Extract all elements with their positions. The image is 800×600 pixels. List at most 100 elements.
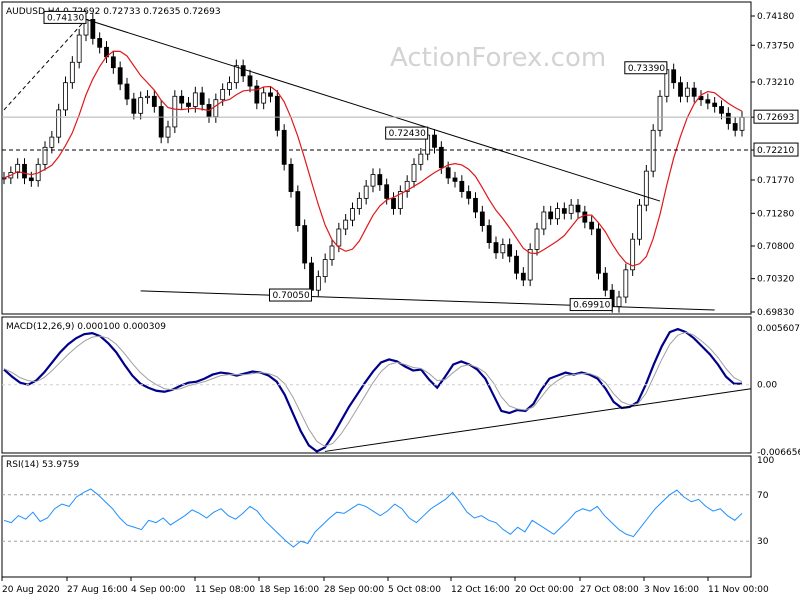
- candle-body: [527, 248, 533, 281]
- candle-body: [22, 163, 27, 179]
- rsi-tick-label: 30: [757, 537, 769, 547]
- x-tick-label: 27 Aug 16:00: [67, 585, 128, 595]
- candle-body: [309, 262, 314, 291]
- annotation-label: 0.72430: [389, 129, 426, 139]
- annotation-label: 0.70050: [273, 291, 310, 301]
- price-axis: 0.74180 0.73750 0.73210 0.72693 0.72210 0.717…: [751, 12, 799, 318]
- candle-body: [719, 106, 724, 114]
- candle-body: [486, 225, 492, 243]
- candle-body: [254, 85, 260, 104]
- candle-body: [596, 228, 601, 274]
- candle-body: [732, 123, 738, 131]
- candle-body: [274, 95, 280, 131]
- candle-body: [589, 221, 595, 230]
- x-tick-label: 5 Oct 08:00: [388, 585, 441, 595]
- candle-body: [725, 112, 731, 124]
- candle-body: [739, 116, 745, 131]
- x-tick-label: 11 Nov 00:00: [708, 585, 769, 595]
- candle-body: [158, 106, 164, 138]
- candle-body: [145, 95, 150, 99]
- candle-body: [650, 129, 656, 172]
- annotation-label: 0.69910: [573, 301, 610, 311]
- candle-body: [233, 65, 239, 84]
- candle-body: [138, 97, 144, 114]
- candle-body: [124, 83, 130, 100]
- candle-body: [643, 170, 649, 206]
- candle-body: [452, 177, 458, 182]
- chart-canvas: ActionForex.com AUDUSD,H4 0.72692 0.7273…: [1, 1, 800, 595]
- candle-body: [315, 276, 321, 291]
- annotation-label: 0.73390: [628, 64, 665, 74]
- x-axis: 20 Aug 2020 27 Aug 16:00 4 Sep 00:00 11 Sep…: [1, 577, 769, 595]
- price-tick-label: 0.71280: [757, 209, 794, 219]
- annotation-label: 0.74130: [47, 13, 84, 23]
- candle-body: [473, 197, 478, 213]
- candle-body: [384, 184, 390, 199]
- candle-body: [616, 296, 622, 307]
- candle-body: [356, 197, 362, 209]
- candle-body: [350, 208, 355, 221]
- x-tick-label: 11 Sep 08:00: [195, 585, 255, 595]
- macd-tick-label: 0.00: [757, 381, 777, 391]
- x-tick-label: 20 Oct 00:00: [515, 585, 574, 595]
- rsi-tick-label: 100: [757, 456, 774, 466]
- candle-body: [493, 242, 499, 254]
- price-tick-label: 0.73210: [757, 78, 794, 88]
- x-tick-label: 4 Sep 00:00: [131, 585, 186, 595]
- candle-body: [575, 204, 581, 213]
- x-tick-label: 27 Oct 08:00: [580, 585, 639, 595]
- candle-body: [110, 56, 116, 69]
- x-tick-label: 20 Aug 2020: [2, 585, 60, 595]
- candle-body: [1, 177, 7, 180]
- candle-body: [97, 38, 103, 48]
- candle-body: [49, 136, 55, 148]
- candle-body: [514, 255, 519, 274]
- candle-body: [227, 82, 232, 90]
- candle-body: [363, 185, 369, 199]
- candle-body: [391, 197, 396, 209]
- candle-body: [302, 225, 308, 264]
- macd-tick-label: 0.005607: [757, 324, 800, 334]
- candle-body: [151, 95, 157, 107]
- x-tick-label: 3 Nov 16:00: [644, 585, 699, 595]
- candle-body: [555, 208, 560, 220]
- candle-body: [172, 95, 178, 128]
- candle-body: [343, 219, 349, 230]
- x-tick-label: 12 Oct 16:00: [451, 585, 510, 595]
- candle-body: [657, 95, 663, 131]
- candle-body: [466, 191, 472, 199]
- candle-body: [500, 244, 506, 254]
- candle-body: [199, 92, 205, 105]
- rsi-axis: 100 70 30: [757, 456, 774, 547]
- price-tick-label: 0.71770: [757, 176, 794, 186]
- candle-body: [179, 95, 185, 104]
- candle-body: [117, 67, 123, 85]
- candle-body: [322, 259, 328, 278]
- candle-body: [623, 269, 629, 298]
- candle-body: [637, 204, 642, 240]
- price-tick-label: 0.72210: [757, 146, 794, 156]
- candle-body: [568, 204, 574, 214]
- candle-body: [247, 75, 253, 87]
- candle-body: [602, 272, 608, 291]
- candle-body: [76, 34, 82, 63]
- candle-body: [329, 245, 335, 261]
- candle-body: [691, 87, 697, 97]
- candle-body: [507, 244, 513, 257]
- rsi-panel: [1, 455, 752, 578]
- candle-body: [165, 126, 171, 138]
- candle-body: [561, 208, 567, 214]
- candle-body: [186, 102, 191, 107]
- candle-body: [671, 69, 677, 84]
- watermark: ActionForex.com: [390, 43, 606, 73]
- x-tick-label: 18 Sep 16:00: [259, 585, 319, 595]
- x-tick-label: 28 Sep 00:00: [324, 585, 384, 595]
- candle-body: [56, 109, 62, 138]
- price-tick-label: 0.70800: [757, 242, 794, 252]
- price-tick-label: 0.69830: [757, 308, 794, 318]
- candle-body: [411, 163, 417, 182]
- candle-body: [131, 98, 137, 114]
- candle-body: [220, 89, 226, 101]
- candle-body: [678, 82, 683, 97]
- candle-body: [268, 92, 273, 97]
